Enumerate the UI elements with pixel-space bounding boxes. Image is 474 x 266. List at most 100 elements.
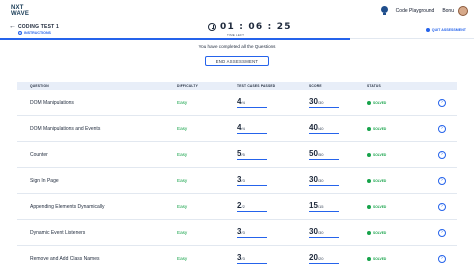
score-value: 30 — [309, 174, 318, 184]
test-cases-cell: 5/5 — [237, 149, 309, 161]
score-max: /40 — [317, 125, 324, 131]
question-name: Counter — [30, 151, 48, 158]
header-test-cases: TEST CASES PASSED — [237, 84, 276, 88]
score-cell: 30/30 — [309, 227, 367, 239]
logo-line2: WAVE — [11, 10, 30, 17]
test-cases-cell: 3/3 — [237, 227, 309, 239]
score-value: 20 — [309, 252, 318, 262]
status-label: SOLVED — [373, 178, 387, 183]
difficulty-label: Easy — [177, 204, 188, 209]
question-name: DOM Manipulations and Events — [30, 125, 101, 132]
lightbulb-icon[interactable] — [380, 6, 388, 15]
score-max: /15 — [317, 203, 324, 209]
check-icon — [367, 126, 371, 131]
score-bar — [309, 132, 339, 135]
arrow-right-icon[interactable]: › — [438, 202, 446, 211]
question-name: Sign In Page — [30, 177, 59, 184]
test-cases-cell: 4/4 — [237, 97, 309, 109]
question-name: Dynamic Event Listeners — [30, 229, 86, 236]
check-icon — [367, 230, 371, 235]
table-row[interactable]: DOM Manipulations Easy 4/4 30/30 SOLVED › — [17, 90, 457, 116]
test-title: CODING TEST 1 — [18, 24, 59, 30]
score-max: /30 — [317, 177, 324, 183]
question-name: DOM Manipulations — [30, 99, 74, 106]
status-label: SOLVED — [373, 256, 387, 261]
arrow-right-icon[interactable]: › — [438, 150, 446, 159]
status-cell: SOLVED — [367, 230, 427, 235]
questions-table: QUESTION DIFFICULTY TEST CASES PASSED SC… — [17, 82, 457, 266]
check-icon — [367, 100, 371, 105]
score-cell: 30/30 — [309, 97, 367, 109]
score-cell: 20/20 — [309, 253, 367, 265]
score-max: /30 — [317, 229, 324, 235]
arrow-right-icon[interactable]: › — [438, 124, 446, 133]
table-row[interactable]: Counter Easy 5/5 50/50 SOLVED › — [17, 142, 457, 168]
check-icon — [367, 152, 371, 157]
score-bar — [309, 106, 339, 109]
table-row[interactable]: Sign In Page Easy 3/3 30/30 SOLVED › — [17, 168, 457, 194]
arrow-right-icon[interactable]: › — [438, 228, 446, 237]
test-cases-bar — [237, 106, 267, 109]
arrow-right-icon[interactable]: › — [438, 254, 446, 263]
user-name[interactable]: Bonu — [442, 8, 454, 14]
timer: 01 : 06 : 25 — [208, 22, 292, 32]
table-row[interactable]: Appending Elements Dynamically Easy 2/2 15/… — [17, 194, 457, 220]
top-navbar: NXT WAVE Code Playground Bonu — [0, 0, 474, 21]
score-max: /50 — [317, 151, 324, 157]
difficulty-label: Easy — [177, 178, 188, 183]
status-label: SOLVED — [373, 204, 387, 209]
test-cases-bar — [237, 184, 267, 187]
score-cell: 50/50 — [309, 149, 367, 161]
clock-icon — [208, 23, 216, 31]
check-icon — [367, 178, 371, 183]
score-cell: 40/40 — [309, 123, 367, 135]
score-bar — [309, 158, 339, 161]
question-name: Appending Elements Dynamically — [30, 203, 105, 210]
total-count: /3 — [241, 229, 245, 235]
total-count: /3 — [241, 255, 245, 261]
status-badge: SOLVED — [367, 204, 427, 209]
test-cases-bar — [237, 132, 267, 135]
score-cell: 15/15 — [309, 201, 367, 213]
status-cell: SOLVED — [367, 126, 427, 131]
total-count: /4 — [241, 99, 245, 105]
table-row[interactable]: Dynamic Event Listeners Easy 3/3 30/30 SOLVE… — [17, 220, 457, 246]
quit-assessment-link[interactable]: QUIT ASSESSMENT — [425, 28, 466, 32]
avatar[interactable] — [458, 5, 468, 16]
instructions-link[interactable]: i INSTRUCTIONS — [18, 31, 51, 35]
table-header: QUESTION DIFFICULTY TEST CASES PASSED SC… — [17, 82, 457, 90]
difficulty-label: Easy — [177, 256, 188, 261]
status-cell: SOLVED — [367, 204, 427, 209]
score-value: 40 — [309, 122, 318, 132]
status-cell: SOLVED — [367, 178, 427, 183]
test-cases-bar — [237, 210, 267, 213]
score-value: 30 — [309, 226, 318, 236]
score-bar — [309, 236, 339, 239]
score-value: 15 — [309, 200, 318, 210]
arrow-right-icon[interactable]: › — [438, 98, 446, 107]
status-badge: SOLVED — [367, 256, 427, 261]
timer-value: 01 : 06 : 25 — [220, 22, 292, 32]
header-score: SCORE — [309, 84, 322, 88]
difficulty-label: Easy — [177, 230, 188, 235]
score-bar — [309, 210, 339, 213]
difficulty-label: Easy — [177, 126, 188, 131]
table-row[interactable]: Remove and Add Class Names Easy 3/3 20/20 SO… — [17, 246, 457, 266]
code-playground-link[interactable]: Code Playground — [396, 8, 435, 14]
back-arrow-icon[interactable]: ← — [9, 23, 16, 30]
table-row[interactable]: DOM Manipulations and Events Easy 4/4 40/40… — [17, 116, 457, 142]
end-assessment-button[interactable]: END ASSESSMENT — [205, 56, 269, 66]
test-cases-cell: 3/3 — [237, 175, 309, 187]
status-badge: SOLVED — [367, 100, 427, 105]
total-count: /3 — [241, 177, 245, 183]
completion-message: You have completed all the Questions — [198, 44, 276, 49]
arrow-right-icon[interactable]: › — [438, 176, 446, 185]
score-bar — [309, 184, 339, 187]
test-cases-cell: 2/2 — [237, 201, 309, 213]
score-max: /20 — [317, 255, 324, 261]
score-value: 50 — [309, 148, 318, 158]
nxtwave-logo[interactable]: NXT WAVE — [11, 5, 29, 17]
assessment-header: ← CODING TEST 1 i INSTRUCTIONS 01 : 06 :… — [0, 21, 474, 39]
header-question: QUESTION — [30, 84, 49, 88]
status-label: SOLVED — [373, 230, 387, 235]
